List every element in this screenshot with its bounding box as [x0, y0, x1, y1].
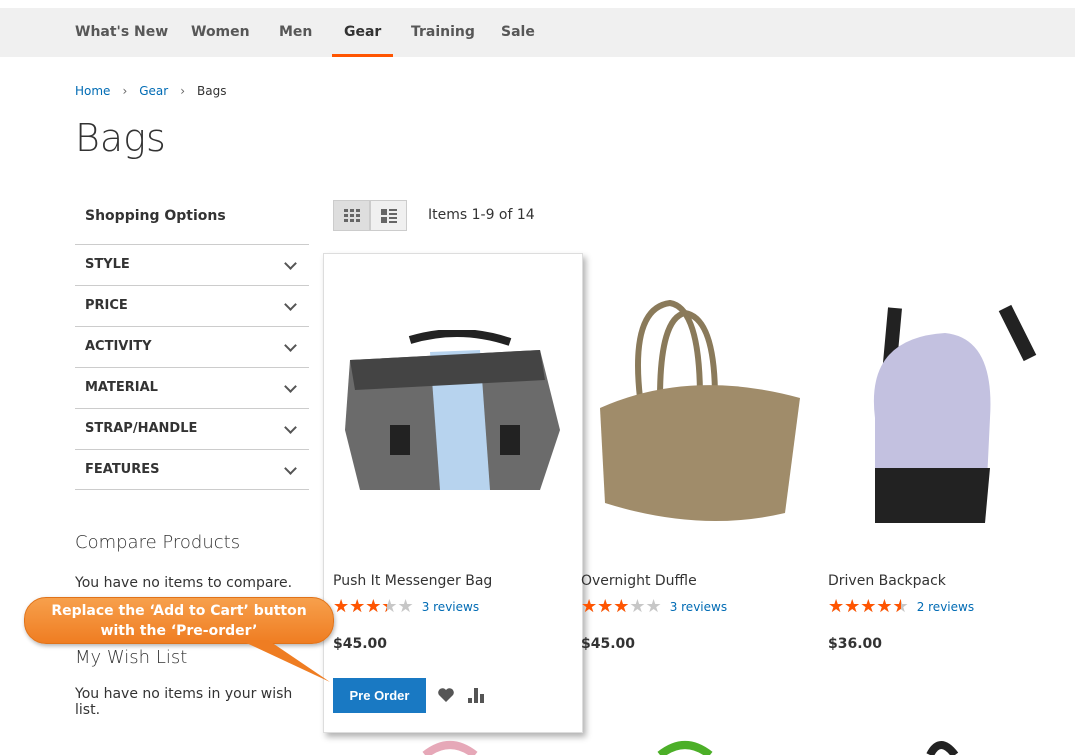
annotation-callout: Replace the ‘Add to Cart’ button with th…: [24, 597, 334, 644]
nav-gear[interactable]: Gear: [332, 8, 394, 57]
nav-sale[interactable]: Sale: [501, 8, 535, 57]
rating-stars: ★★★★★★★★★★: [333, 596, 414, 617]
product-rating: ★★★★★★★★★★ 3 reviews: [333, 598, 492, 616]
chevron-down-icon: [284, 380, 297, 393]
reviews-link[interactable]: 3 reviews: [422, 600, 479, 614]
reviews-link[interactable]: 3 reviews: [670, 600, 727, 614]
filter-price[interactable]: PRICE: [75, 285, 309, 326]
filter-features[interactable]: FEATURES: [75, 449, 309, 490]
product-rating: ★★★★★★★★★★ 2 reviews: [828, 598, 974, 616]
breadcrumb-home[interactable]: Home: [75, 84, 110, 98]
filter-label: FEATURES: [85, 462, 160, 477]
bar-chart-icon[interactable]: [468, 688, 486, 703]
breadcrumb-separator: ›: [122, 84, 128, 98]
product-price: $36.00: [828, 636, 883, 652]
product-item: Push It Messenger Bag ★★★★★★★★★★ 3 review…: [333, 573, 492, 652]
filter-strap-handle[interactable]: STRAP/HANDLE: [75, 408, 309, 449]
list-view-button[interactable]: [370, 200, 407, 231]
filter-activity[interactable]: ACTIVITY: [75, 326, 309, 367]
product-image-overnight-duffle[interactable]: [590, 298, 810, 528]
product-name[interactable]: Overnight Duffle: [581, 573, 727, 589]
nav-women[interactable]: Women: [191, 8, 250, 57]
breadcrumb: Home › Gear › Bags: [75, 84, 227, 98]
main-nav: What's New Women Men Gear Training Sale: [0, 8, 1075, 57]
product-price: $45.00: [581, 636, 636, 652]
nav-whats-new[interactable]: What's New: [75, 8, 168, 57]
next-row-product-images: [422, 741, 959, 755]
callout-pointer: [240, 640, 330, 682]
product-name[interactable]: Driven Backpack: [828, 573, 974, 589]
breadcrumb-separator: ›: [180, 84, 186, 98]
rating-stars: ★★★★★★★★★★: [581, 596, 662, 617]
reviews-link[interactable]: 2 reviews: [917, 600, 974, 614]
shopping-options-title: Shopping Options: [85, 208, 226, 224]
product-name[interactable]: Push It Messenger Bag: [333, 573, 492, 589]
callout-line-1: Replace the ‘Add to Cart’ button: [51, 603, 307, 619]
items-count: Items 1-9 of 14: [428, 207, 535, 223]
compare-title: Compare Products: [75, 532, 241, 553]
wishlist-text: You have no items in your wish list.: [75, 686, 293, 718]
product-item: Driven Backpack ★★★★★★★★★★ 2 reviews $36.…: [828, 573, 974, 652]
filter-label: PRICE: [85, 298, 128, 313]
nav-men[interactable]: Men: [279, 8, 312, 57]
compare-text: You have no items to compare.: [75, 575, 293, 591]
page-title: Bags: [75, 116, 166, 160]
list-icon: [380, 208, 397, 223]
filter-style[interactable]: STYLE: [75, 244, 309, 285]
grid-icon: [343, 208, 360, 222]
filter-label: STYLE: [85, 257, 130, 272]
chevron-down-icon: [284, 298, 297, 311]
grid-view-button[interactable]: [333, 200, 370, 231]
chevron-down-icon: [284, 462, 297, 475]
product-rating: ★★★★★★★★★★ 3 reviews: [581, 598, 727, 616]
breadcrumb-gear[interactable]: Gear: [139, 84, 168, 98]
filter-label: ACTIVITY: [85, 339, 152, 354]
product-price: $45.00: [333, 636, 388, 652]
pre-order-button[interactable]: Pre Order: [333, 678, 426, 713]
rating-stars: ★★★★★★★★★★: [828, 596, 909, 617]
filter-label: STRAP/HANDLE: [85, 421, 198, 436]
heart-icon[interactable]: [437, 687, 455, 703]
nav-training[interactable]: Training: [411, 8, 475, 57]
product-image-messenger-bag[interactable]: [340, 330, 565, 495]
callout-line-2: with the ‘Pre-order’: [100, 623, 258, 639]
chevron-down-icon: [284, 339, 297, 352]
chevron-down-icon: [284, 257, 297, 270]
breadcrumb-current: Bags: [197, 84, 227, 98]
product-item: Overnight Duffle ★★★★★★★★★★ 3 reviews $45…: [581, 573, 727, 652]
product-image-driven-backpack[interactable]: [855, 298, 1040, 528]
chevron-down-icon: [284, 421, 297, 434]
filter-label: MATERIAL: [85, 380, 158, 395]
filter-material[interactable]: MATERIAL: [75, 367, 309, 408]
